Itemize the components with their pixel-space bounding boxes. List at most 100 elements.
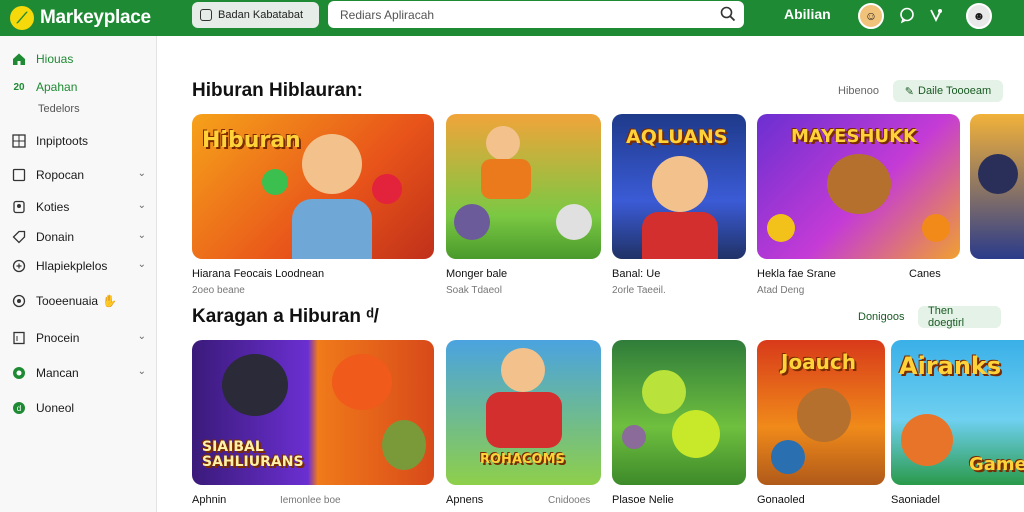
coin-icon: d: [13, 402, 25, 414]
notification-icon[interactable]: [927, 6, 945, 24]
chat-icon[interactable]: [898, 6, 916, 24]
sidebar-item-label: Donain: [36, 230, 75, 244]
fox-character-art: [332, 354, 392, 410]
character-art: [486, 126, 520, 160]
sidebar-item-pnocein[interactable]: Pnocein ⌄: [12, 331, 146, 345]
section-title-hiburan: Hiburan Hiblauran:: [192, 80, 364, 101]
card-title[interactable]: Hiarana Feocais Loodnean: [192, 268, 324, 280]
sidebar-item-home[interactable]: Hiouas: [12, 52, 146, 66]
profile-avatar[interactable]: ☻: [966, 3, 992, 29]
section2-link[interactable]: Donigoos: [848, 306, 914, 328]
bear-character-art: [827, 154, 891, 214]
category-dropdown[interactable]: Badan Kabatabat: [192, 2, 319, 28]
card-subtitle: Soak Tdaeol: [446, 285, 502, 296]
card-art-text: Joauch: [781, 350, 857, 374]
section1-button[interactable]: ✎ Daile Toooeam: [893, 80, 1003, 102]
card-title[interactable]: Plasoe Nelie: [612, 494, 674, 506]
chevron-down-icon[interactable]: ⌄: [138, 230, 146, 241]
game-card-3[interactable]: AQLUANS: [612, 114, 746, 259]
box-icon: [12, 168, 26, 182]
game-card-8[interactable]: [612, 340, 746, 485]
coin-icon: [771, 440, 805, 474]
wolf-character-art: [222, 354, 288, 416]
card-art-word: Game: [969, 454, 1024, 475]
section-title-karagan: Karagan a Hiburan ᵈ/: [192, 306, 379, 327]
card-subtitle: 2orle Taeeil.: [612, 285, 666, 296]
smiley-character-art: [672, 410, 720, 458]
apps-icon: 20: [13, 81, 25, 93]
sidebar-item-label: Apahan: [36, 80, 78, 94]
character-body: [642, 212, 718, 259]
user-avatar[interactable]: ☺: [858, 3, 884, 29]
search-placeholder: Rediars Apliracah: [340, 7, 435, 22]
card-art-text: Airanks: [899, 352, 1002, 380]
section1-link[interactable]: Hibenoo: [828, 80, 889, 102]
sidebar-item-mancan[interactable]: Mancan ⌄: [12, 366, 146, 380]
card-title[interactable]: Saoniadel: [891, 494, 940, 506]
search-icon[interactable]: [720, 6, 736, 22]
card-art-text: Hiburan: [202, 128, 301, 153]
account-label[interactable]: Abilian: [784, 6, 831, 22]
chevron-down-icon[interactable]: ⌄: [138, 168, 146, 179]
character-art: [652, 156, 708, 212]
sidebar-item-label: Ropocan: [36, 168, 85, 182]
leaf-logo-icon: ⟋: [10, 6, 34, 30]
hand-icon: ✋: [102, 294, 118, 308]
sidebar-item-tooeenuaia[interactable]: Tooeenuaia ✋: [12, 294, 146, 308]
sidebar-item-ropocan[interactable]: Ropocan ⌄: [12, 168, 146, 182]
monster-art: [556, 204, 592, 240]
chevron-down-icon[interactable]: ⌄: [138, 259, 146, 270]
game-card-1[interactable]: Hiburan: [192, 114, 434, 259]
settings-icon: [12, 294, 26, 308]
card-subtitle: 2oeo beane: [192, 285, 245, 296]
card-title[interactable]: Aphnin: [192, 494, 226, 506]
monster-art: [454, 204, 490, 240]
chevron-down-icon[interactable]: ⌄: [138, 200, 146, 211]
category-label: Badan Kabatabat: [218, 9, 304, 21]
card-title[interactable]: Canes: [909, 268, 941, 280]
character-body: [292, 199, 372, 259]
circle-icon: [13, 367, 25, 379]
section2-button[interactable]: Then doegtirl: [918, 305, 1001, 329]
gem-icon: [767, 214, 795, 242]
game-card-10[interactable]: Airanks Game: [891, 340, 1024, 485]
monster-art: [382, 420, 426, 470]
badge-icon: [13, 200, 25, 214]
sidebar-item-inpiptoots[interactable]: Inpiptoots: [12, 134, 146, 148]
card-art-text: ROHACOMS: [480, 452, 565, 467]
sidebar-subitem[interactable]: Tedelors: [38, 103, 80, 115]
sidebar-item-donain[interactable]: Donain ⌄: [12, 230, 146, 244]
search-input[interactable]: Rediars Apliracah: [328, 1, 744, 28]
character-art: [978, 154, 1018, 194]
card-title[interactable]: Monger bale: [446, 268, 507, 280]
game-card-4[interactable]: MAYESHUKK: [757, 114, 960, 259]
card-subtitle: Cnidooes: [548, 495, 591, 506]
chevron-down-icon[interactable]: ⌄: [138, 366, 146, 377]
sidebar-item-uoneol[interactable]: d Uoneol: [12, 401, 146, 415]
card-title[interactable]: Apnens: [446, 494, 483, 506]
card-subtitle: Atad Deng: [757, 285, 805, 296]
sidebar-item-hlapiekplelos[interactable]: Hlapiekplelos ⌄: [12, 259, 146, 273]
chevron-down-icon[interactable]: ⌄: [138, 331, 146, 342]
game-card-5[interactable]: [970, 114, 1024, 259]
sidebar-item-apps[interactable]: 20 Apahan: [12, 80, 146, 94]
game-card-6[interactable]: SIAIBAL SAHLIURANS: [192, 340, 434, 485]
monster-art: [622, 425, 646, 449]
game-card-2[interactable]: [446, 114, 601, 259]
card-title[interactable]: Hekla fae Srane: [757, 268, 836, 280]
card-art-text: MAYESHUKK: [791, 126, 917, 147]
game-card-9[interactable]: Joauch: [757, 340, 885, 485]
section1-button-label: Daile Toooeam: [918, 85, 992, 97]
leaf-icon: ✎: [904, 85, 915, 98]
tag-icon: [12, 230, 26, 244]
top-bar: ⟋ Markeyplace Badan Kabatabat Rediars Ap…: [0, 0, 1024, 36]
card-title[interactable]: Banal: Ue: [612, 268, 660, 280]
puzzle-icon: [12, 259, 26, 273]
card-title[interactable]: Gonaoled: [757, 494, 805, 506]
brand[interactable]: ⟋ Markeyplace: [10, 6, 190, 30]
game-card-7[interactable]: ROHACOMS: [446, 340, 601, 485]
gem-icon: [922, 214, 950, 242]
character-art: [501, 348, 545, 392]
sidebar-item-koties[interactable]: Koties ⌄: [12, 200, 146, 214]
gem-icon: [262, 169, 288, 195]
